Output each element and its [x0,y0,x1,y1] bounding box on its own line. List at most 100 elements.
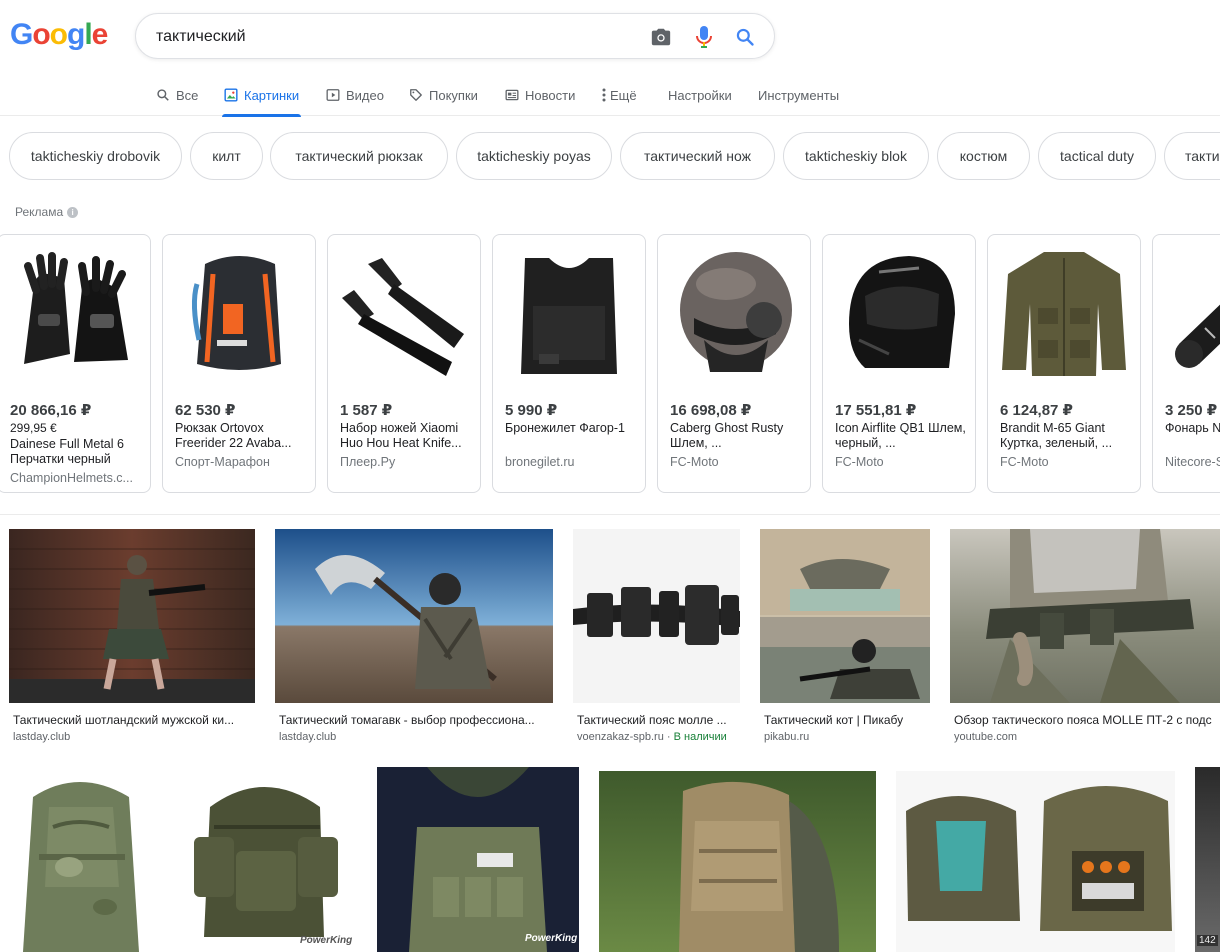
result-caption: Тактический томагавк - выбор профессиона… [279,713,535,727]
search-icon [156,88,170,102]
product-image [169,243,309,385]
image-result[interactable]: Обзор тактического пояса MOLLE ПТ-2 с по… [950,529,1220,749]
related-chip[interactable]: тактический рюкзак [270,132,448,180]
tab-video[interactable]: Видео [326,74,384,116]
image-size-badge: 142 [1197,935,1218,946]
product-store: ChampionHelmets.c... [10,471,133,485]
image-result[interactable]: PowerKing [377,767,579,952]
watermark-text: PowerKing [525,933,578,944]
product-image [499,243,639,385]
product-card[interactable]: 20 866,16 ₽ 299,95 € Dainese Full Metal … [0,234,151,493]
result-source-domain: voenzakaz-spb.ru [577,731,664,743]
result-caption: Тактический шотландский мужской ки... [13,713,235,727]
ads-label: Реклама i [15,205,79,219]
related-chip[interactable]: костюм [937,132,1030,180]
result-source: lastday.club [13,731,71,743]
product-price: 17 551,81 ₽ [835,402,917,419]
ads-label-text: Реклама [15,205,64,219]
result-source: pikabu.ru [764,731,810,743]
product-card[interactable]: 3 250 ₽ Фонарь N EC22 CRE Nitecore-S [1152,234,1220,493]
product-old-price: 299,95 € [10,421,57,435]
related-chip[interactable]: килт [190,132,263,180]
play-icon [326,88,340,102]
tab-tools[interactable]: Инструменты [758,74,839,116]
product-title: Icon Airflite QB1 Шлем, черный, ... [835,421,966,450]
tab-settings[interactable]: Настройки [668,74,732,116]
search-icon[interactable] [734,26,756,48]
tab-label: Картинки [244,87,300,103]
tab-label: Все [176,87,199,103]
search-tabs: Все Картинки Видео Покупки Новости Ещё Н… [0,74,1220,117]
product-card[interactable]: 62 530 ₽ Рюкзак Ortovox Freerider 22 Ava… [162,234,316,493]
result-thumbnail [377,767,579,952]
tab-label: Настройки [668,87,732,103]
product-price: 62 530 ₽ [175,402,236,419]
tab-news[interactable]: Новости [505,74,575,116]
related-chip[interactable]: tactical duty [1038,132,1156,180]
google-logo[interactable]: Google [10,18,108,52]
product-image [829,243,969,385]
product-store: Плеер.Ру [340,455,396,469]
product-price: 6 124,87 ₽ [1000,402,1073,419]
product-title: Dainese Full Metal 6 Перчатки черный [10,437,124,466]
tab-shopping[interactable]: Покупки [409,74,478,116]
product-store: FC-Moto [835,455,884,469]
result-source: lastday.club [279,731,337,743]
product-title: Brandit M-65 Giant Куртка, зеленый, ... [1000,421,1113,450]
image-icon [224,88,238,102]
result-thumbnail [896,771,1175,952]
camera-icon[interactable] [650,26,672,48]
image-result[interactable]: Тактический томагавк - выбор профессиона… [275,529,553,749]
in-stock-badge: В наличии [673,731,727,743]
result-caption: Тактический пояс молле ... [577,713,727,727]
product-title: Рюкзак Ortovox Freerider 22 Avaba... [175,421,292,450]
product-store: Nitecore-S [1165,455,1220,469]
related-chip[interactable]: taktichеskiy drobovik [9,132,182,180]
product-image [334,243,474,385]
product-price: 1 587 ₽ [340,402,393,419]
product-title: Бронежилет Фагор-1 [505,421,625,435]
search-box [135,13,775,59]
image-result[interactable] [599,771,876,952]
product-store: Спорт-Марафон [175,455,270,469]
tab-all[interactable]: Все [156,74,198,116]
product-card[interactable]: 17 551,81 ₽ Icon Airflite QB1 Шлем, черн… [822,234,976,493]
result-source: voenzakaz-spb.ru · В наличии [577,731,727,743]
product-image [4,243,144,385]
related-chip[interactable]: taktichеskiy blok [783,132,929,180]
image-result[interactable]: 142 [1195,767,1220,952]
related-chip[interactable]: тактический нож [620,132,775,180]
image-result[interactable]: Тактический кот | Пикабу pikabu.ru [760,529,930,749]
image-result[interactable]: Тактический шотландский мужской ки... la… [9,529,255,749]
tab-label: Инструменты [758,87,840,103]
tag-icon [409,88,423,102]
microphone-icon[interactable] [693,26,715,48]
related-chip[interactable]: такти [1164,132,1220,180]
result-thumbnail [1195,767,1220,952]
result-source: youtube.com [954,731,1017,743]
product-price: 5 990 ₽ [505,402,558,419]
result-thumbnail [950,529,1220,703]
image-result[interactable]: Тактический пояс молле ... voenzakaz-spb… [573,529,740,749]
result-thumbnail [9,529,255,703]
tab-images[interactable]: Картинки [222,74,302,117]
product-store: FC-Moto [1000,455,1049,469]
product-card[interactable]: 1 587 ₽ Набор ножей Xiaomi Huo Hou Heat … [327,234,481,493]
info-icon[interactable]: i [67,206,79,218]
product-card[interactable]: 5 990 ₽ Бронежилет Фагор-1 bronegilet.ru [492,234,646,493]
related-chip[interactable]: taktichеskiy poyas [456,132,612,180]
search-input[interactable] [156,24,636,50]
result-thumbnail [275,529,553,703]
product-card[interactable]: 6 124,87 ₽ Brandit M-65 Giant Куртка, зе… [987,234,1141,493]
image-result[interactable] [9,767,154,952]
tab-label: Новости [525,87,576,103]
image-result[interactable] [896,771,1175,952]
image-result[interactable]: PowerKing [174,767,357,952]
tab-label: Покупки [429,87,478,103]
tab-more[interactable]: Ещё [602,74,637,116]
watermark-text: PowerKing [300,935,353,946]
result-caption: Обзор тактического пояса MOLLE ПТ-2 с по… [954,713,1212,727]
news-icon [505,88,519,102]
product-store: FC-Moto [670,455,719,469]
product-card[interactable]: 16 698,08 ₽ Caberg Ghost Rusty Шлем, ...… [657,234,811,493]
